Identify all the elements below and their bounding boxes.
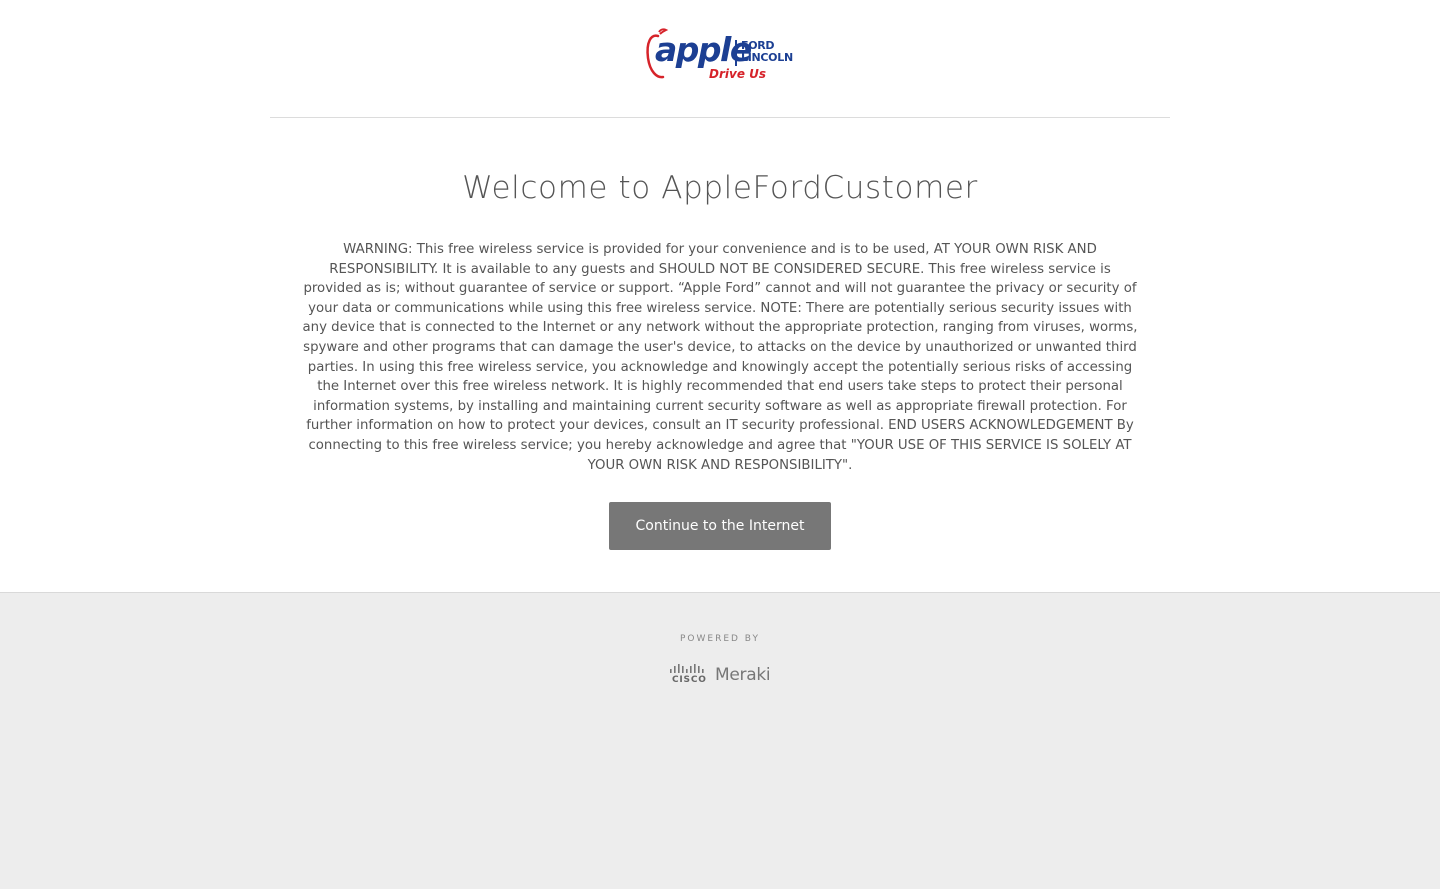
cisco-meraki-logo: CISCO Meraki	[669, 664, 779, 688]
splash-page: apple FORD LINCOLN Drive Us Welcome to A…	[0, 0, 1440, 889]
cisco-bars-icon	[670, 664, 704, 673]
page-title: Welcome to AppleFordCustomer	[462, 170, 978, 206]
powered-by-label: POWERED BY	[679, 634, 760, 644]
footer: POWERED BY CISCO Meraki	[0, 593, 1440, 889]
warning-text: WARNING: This free wireless service is p…	[302, 242, 1138, 473]
logo-lincoln-text: LINCOLN	[741, 51, 793, 64]
cisco-text: CISCO	[672, 675, 707, 685]
continue-button[interactable]: Continue to the Internet	[609, 502, 831, 550]
main-panel: apple FORD LINCOLN Drive Us Welcome to A…	[0, 0, 1440, 593]
header: apple FORD LINCOLN Drive Us	[270, 0, 1170, 118]
apple-ford-lincoln-logo: apple FORD LINCOLN Drive Us	[645, 28, 795, 84]
logo-divider	[735, 40, 737, 66]
meraki-text: Meraki	[715, 665, 771, 685]
logo-tagline: Drive Us	[709, 67, 767, 81]
